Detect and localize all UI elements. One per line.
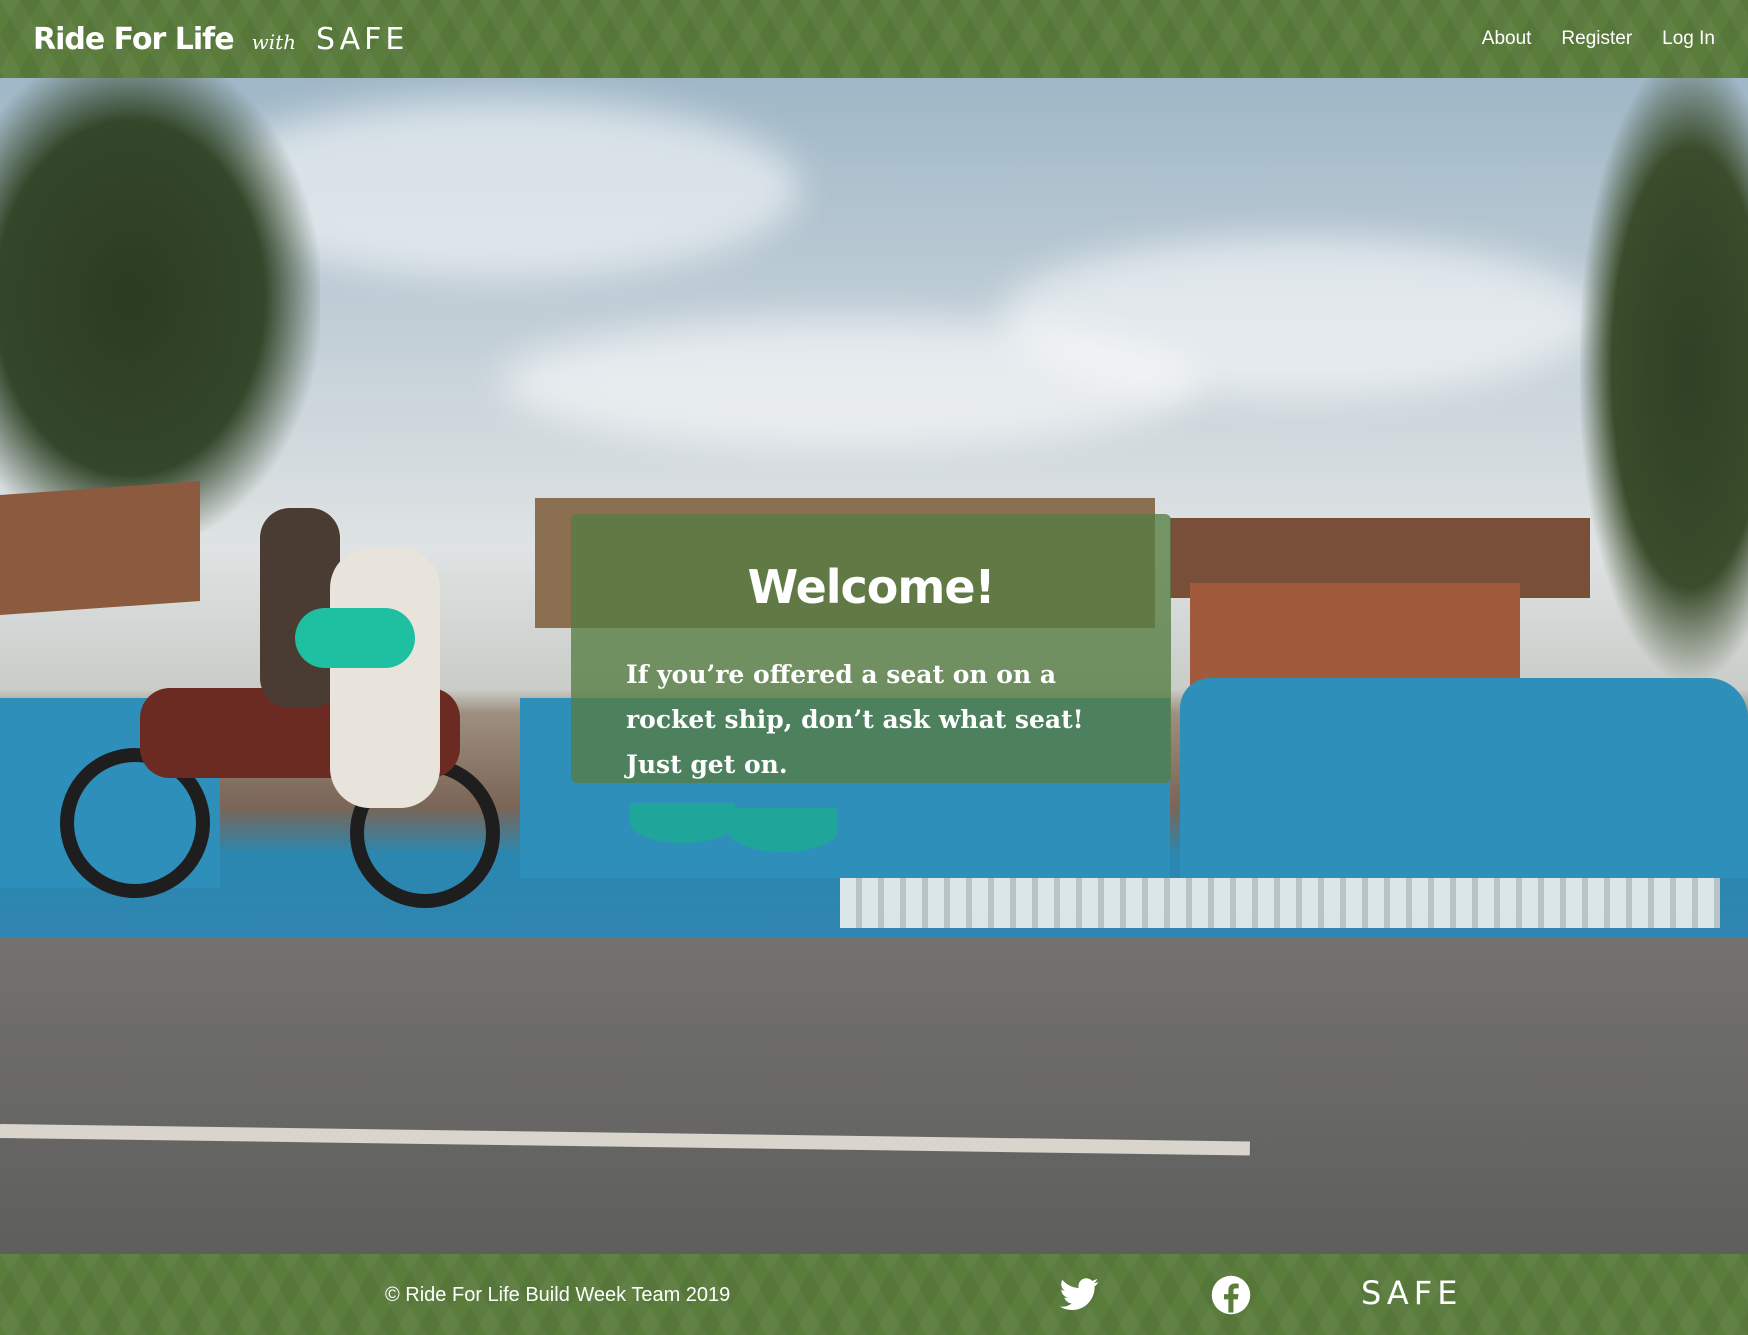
shoe-row [840,878,1720,928]
copyright-text: © Ride For Life Build Week Team 2019 [385,1284,731,1306]
welcome-quote: If you’re offered a seat on on a rocket … [626,660,1084,779]
passenger [330,548,440,808]
brand-title: Ride For Life [33,21,235,57]
motorbike-riders [60,508,540,968]
welcome-card: Welcome! If you’re offered a seat on on … [571,514,1171,783]
twitter-icon[interactable] [1058,1274,1100,1316]
welcome-title: Welcome! [747,560,995,614]
basin [728,808,838,852]
road [0,938,1748,1254]
basin [630,803,735,843]
nav-register-link[interactable]: Register [1561,28,1632,50]
brand-logo[interactable]: Ride For Life with SAFE [33,22,408,57]
rooftop [0,481,200,615]
green-bag [295,608,415,668]
brand-with: with [251,29,297,54]
site-header: Ride For Life with SAFE About Register L… [0,0,1748,78]
main-nav: About Register Log In [1482,28,1715,50]
site-footer: © Ride For Life Build Week Team 2019 SAF… [0,1254,1748,1335]
nav-login-link[interactable]: Log In [1662,28,1715,50]
safe-partner-logo[interactable]: SAFE [1361,1274,1462,1312]
blue-tarp [1180,678,1748,878]
facebook-icon[interactable] [1210,1274,1252,1316]
tree [1580,78,1748,678]
tree [0,78,320,548]
hero-background-photo: Welcome! If you’re offered a seat on on … [0,78,1748,1254]
cloud [500,318,1200,448]
nav-about-link[interactable]: About [1482,28,1532,50]
brand-partner-logo: SAFE [316,21,409,57]
